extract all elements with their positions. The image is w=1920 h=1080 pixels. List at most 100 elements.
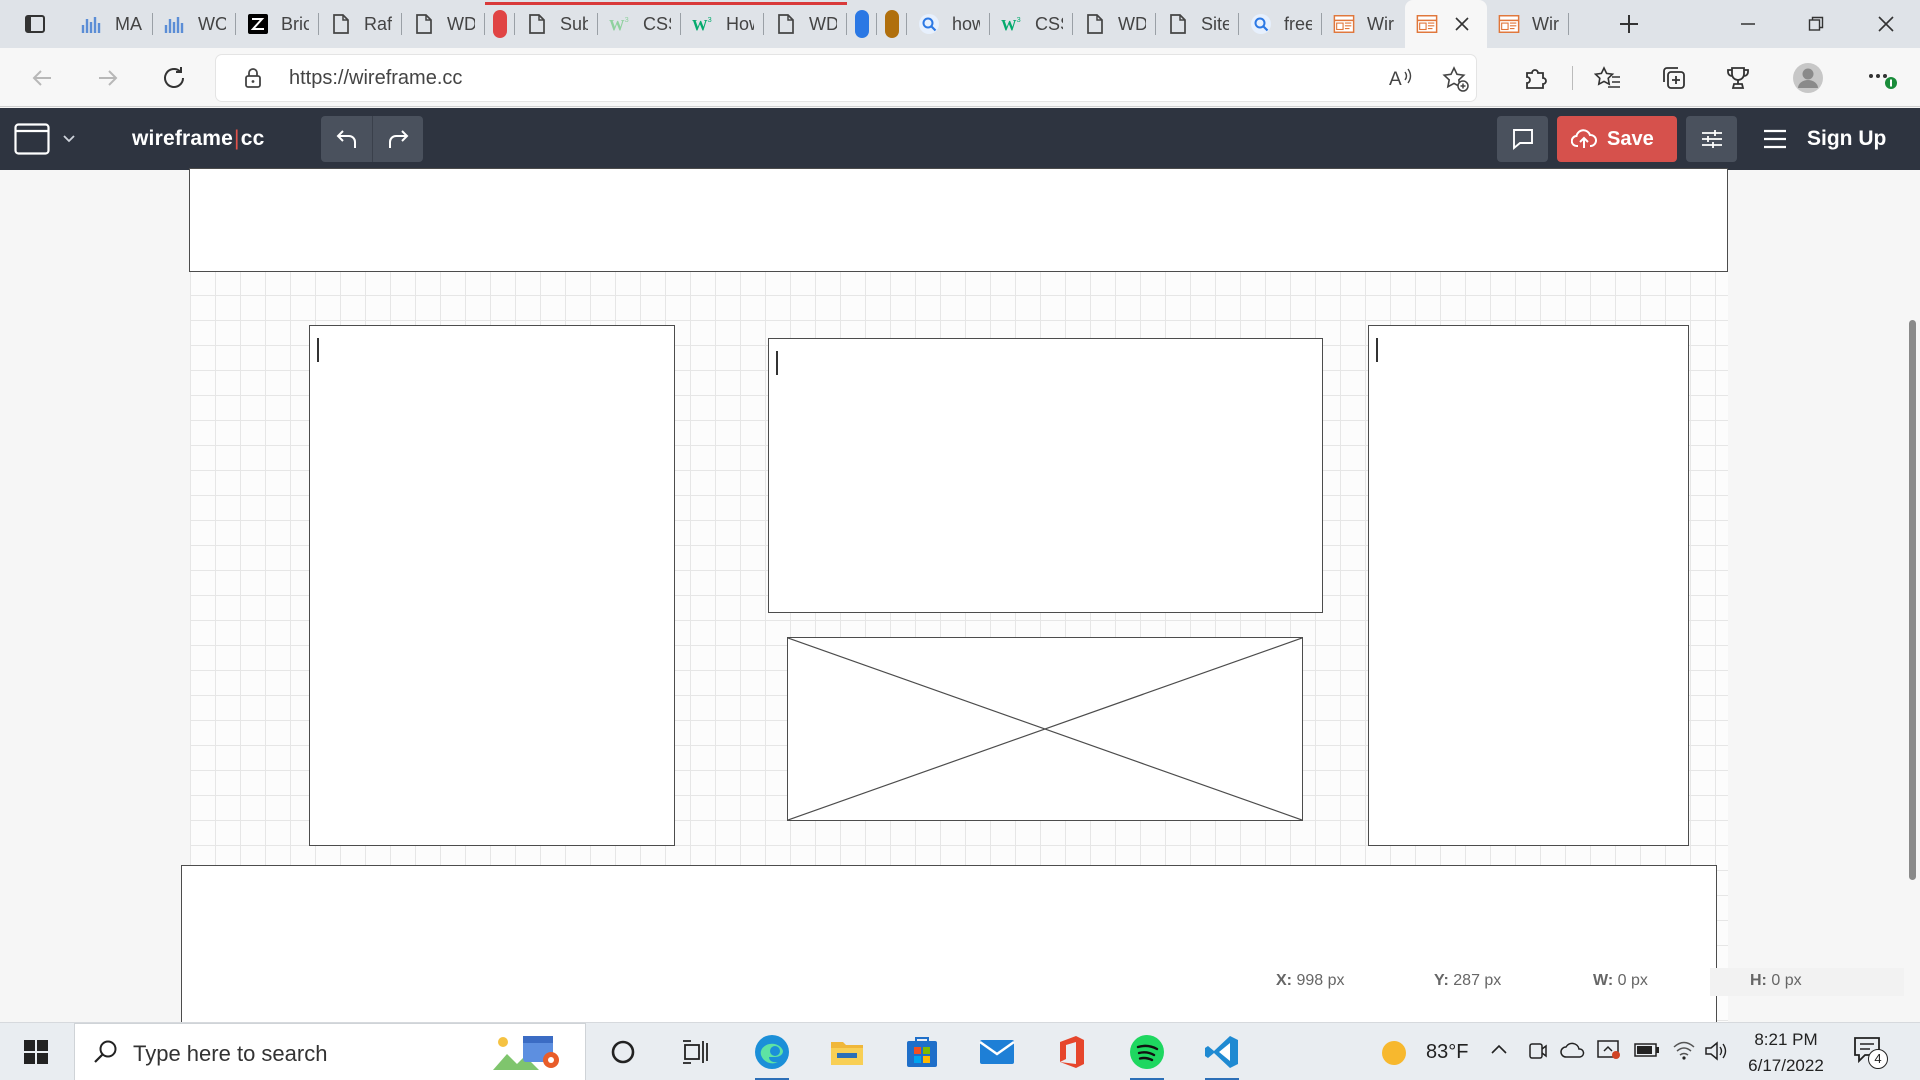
taskbar-store[interactable]: [891, 1023, 953, 1080]
chevron-up-icon[interactable]: [1490, 1041, 1508, 1057]
extensions-button[interactable]: [1517, 60, 1553, 96]
collections-button[interactable]: [1656, 60, 1692, 96]
settings-button[interactable]: [1686, 116, 1737, 162]
url-text: https://wireframe.cc: [289, 67, 463, 89]
minimize-icon: [1741, 23, 1755, 25]
read-aloud-icon[interactable]: A: [1388, 66, 1414, 90]
browser-tab[interactable]: [485, 0, 515, 48]
taskbar-office[interactable]: [1041, 1023, 1103, 1080]
browser-tab[interactable]: WD: [402, 0, 485, 48]
refresh-button[interactable]: [156, 60, 192, 96]
browser-tab[interactable]: WD: [764, 0, 847, 48]
notification-center-button[interactable]: 4: [1852, 1035, 1892, 1069]
tab-title: how: [952, 13, 980, 34]
profile-button[interactable]: [1790, 60, 1826, 96]
text-box-left[interactable]: [309, 325, 675, 846]
minimize-button[interactable]: [1714, 0, 1782, 48]
browser-tab[interactable]: Wir: [1487, 0, 1569, 48]
browser-tab[interactable]: Bric: [236, 0, 319, 48]
plus-icon: [1620, 15, 1638, 33]
browser-tab[interactable]: WO: [153, 0, 236, 48]
favorites-icon: [1594, 66, 1620, 88]
meet-now-icon[interactable]: [1528, 1040, 1548, 1062]
tab-actions-button[interactable]: [0, 0, 70, 48]
footer-box[interactable]: [181, 865, 1717, 1035]
image-placeholder[interactable]: [787, 637, 1303, 821]
redo-button[interactable]: [372, 116, 423, 162]
new-tab-button[interactable]: [1596, 0, 1662, 48]
history-controls: [321, 116, 423, 162]
browser-tab[interactable]: [877, 0, 907, 48]
scrollbar-thumb[interactable]: [1909, 320, 1916, 880]
browser-tab[interactable]: how: [907, 0, 990, 48]
browser-tab[interactable]: WD: [1073, 0, 1156, 48]
browser-tab[interactable]: Raft: [319, 0, 402, 48]
tab-group-indicator: [598, 2, 681, 5]
office-icon: [1060, 1036, 1084, 1068]
battery-icon[interactable]: [1634, 1042, 1660, 1058]
weather-temperature[interactable]: 83°F: [1426, 1041, 1468, 1064]
browser-tab[interactable]: Sub: [515, 0, 598, 48]
tab-group-indicator: [681, 2, 764, 5]
browser-tab[interactable]: W3 CSS: [990, 0, 1073, 48]
x-readout: X: 998 px: [1276, 972, 1345, 989]
favorites-button[interactable]: [1590, 60, 1626, 96]
taskbar-spotify[interactable]: [1116, 1023, 1178, 1080]
browser-tab[interactable]: [1405, 0, 1487, 48]
close-icon: [1455, 17, 1469, 31]
browser-tab[interactable]: MA: [70, 0, 153, 48]
restore-icon: [1808, 16, 1824, 31]
system-clock[interactable]: 8:21 PM 6/17/2022: [1742, 1027, 1830, 1079]
cloud-upload-icon: [1571, 129, 1597, 148]
tab-group-indicator: [764, 2, 847, 5]
bricks-icon: [247, 13, 269, 35]
rewards-button[interactable]: [1720, 60, 1756, 96]
sign-up-link[interactable]: Sign Up: [1807, 127, 1886, 151]
header-box[interactable]: [189, 168, 1728, 272]
text-box-center[interactable]: [768, 338, 1323, 613]
onedrive-icon[interactable]: [1560, 1041, 1586, 1059]
volume-icon[interactable]: [1704, 1040, 1728, 1062]
tab-title: MA: [115, 13, 142, 34]
page-menu-button[interactable]: [14, 121, 78, 157]
taskbar-vscode[interactable]: [1191, 1023, 1253, 1080]
address-bar[interactable]: https://wireframe.cc A: [216, 55, 1476, 101]
save-button[interactable]: Save: [1557, 116, 1677, 162]
device-sync-icon[interactable]: [1596, 1039, 1622, 1061]
forward-button[interactable]: [90, 60, 126, 96]
browser-tab[interactable]: free: [1239, 0, 1322, 48]
settings-menu-button[interactable]: [1864, 60, 1900, 96]
tab-title: WD: [1118, 13, 1146, 34]
svg-text:3: 3: [708, 15, 712, 24]
back-button[interactable]: [24, 60, 60, 96]
taskbar-search[interactable]: Type here to search: [74, 1023, 586, 1080]
app-header: wireframe|cc Save Sign Up: [0, 108, 1920, 170]
wireframe-canvas[interactable]: [181, 168, 1728, 1035]
taskbar-edge[interactable]: [741, 1023, 803, 1080]
browser-tab[interactable]: Site: [1156, 0, 1239, 48]
hamburger-menu-icon[interactable]: [1762, 126, 1788, 152]
browser-tab[interactable]: W3 CSS: [598, 0, 681, 48]
taskbar-file-explorer[interactable]: [816, 1023, 878, 1080]
undo-button[interactable]: [321, 116, 372, 162]
close-tab-button[interactable]: [1451, 13, 1473, 35]
task-view-button[interactable]: [664, 1023, 726, 1080]
windows-logo-icon: [24, 1040, 48, 1064]
comment-button[interactable]: [1497, 116, 1548, 162]
start-button[interactable]: [4, 1023, 68, 1080]
close-window-button[interactable]: [1852, 0, 1920, 48]
wifi-icon[interactable]: [1672, 1039, 1696, 1061]
tab-title: WD: [447, 13, 475, 34]
taskbar-mail[interactable]: [966, 1023, 1028, 1080]
weather-sun-icon[interactable]: [1380, 1039, 1408, 1067]
lock-icon: [245, 68, 261, 88]
browser-tab[interactable]: [847, 0, 877, 48]
browser-tab[interactable]: Wir: [1322, 0, 1405, 48]
cortana-button[interactable]: [592, 1023, 654, 1080]
pill-icon: [489, 10, 511, 38]
restore-button[interactable]: [1782, 0, 1850, 48]
favorite-add-icon[interactable]: [1442, 65, 1470, 93]
browser-tab-strip: MAWOBricRaftWDSubW3CSSW3HowWDhowW3CSSWDS…: [0, 0, 1920, 48]
browser-tab[interactable]: W3 How: [681, 0, 764, 48]
text-box-right[interactable]: [1368, 325, 1689, 846]
